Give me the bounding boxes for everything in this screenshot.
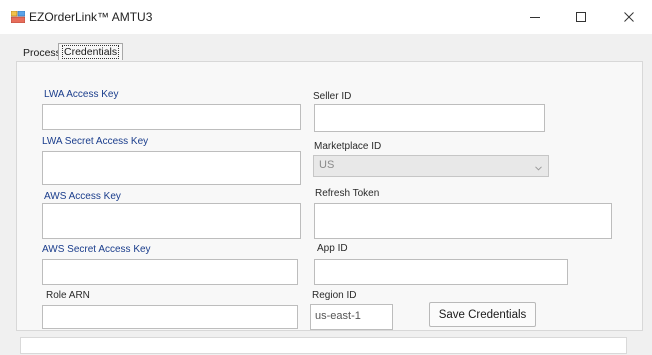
aws-secret-access-key-label: AWS Secret Access Key xyxy=(42,244,151,255)
marketplace-id-value: US xyxy=(319,159,335,171)
window-title: EZOrderLink™ AMTU3 xyxy=(29,10,153,24)
aws-secret-access-key-input[interactable] xyxy=(42,259,298,285)
maximize-button[interactable] xyxy=(558,0,604,34)
save-credentials-button[interactable]: Save Credentials xyxy=(429,302,536,327)
role-arn-label: Role ARN xyxy=(46,290,90,301)
seller-id-input[interactable] xyxy=(314,104,545,132)
refresh-token-input[interactable] xyxy=(314,203,612,239)
app-window: EZOrderLink™ AMTU3 Process Credentials L… xyxy=(0,0,652,355)
close-button[interactable] xyxy=(606,0,652,34)
tab-credentials[interactable]: Credentials xyxy=(58,43,124,60)
app-id-label: App ID xyxy=(317,243,348,254)
tab-strip: Process Credentials xyxy=(0,34,652,62)
lwa-access-key-input[interactable] xyxy=(42,104,301,130)
status-bar xyxy=(20,337,627,354)
title-bar: EZOrderLink™ AMTU3 xyxy=(0,0,652,34)
credentials-panel: LWA Access Key LWA Secret Access Key AWS… xyxy=(16,61,643,331)
minimize-button[interactable] xyxy=(512,0,558,34)
lwa-secret-access-key-input[interactable] xyxy=(42,151,301,185)
seller-id-label: Seller ID xyxy=(313,91,352,102)
role-arn-input[interactable] xyxy=(42,305,298,329)
region-id-label: Region ID xyxy=(312,290,357,301)
aws-access-key-input[interactable] xyxy=(42,203,301,239)
refresh-token-label: Refresh Token xyxy=(315,188,380,199)
app-window-icon xyxy=(10,10,26,24)
region-id-field[interactable]: us-east-1 xyxy=(310,304,393,330)
lwa-secret-access-key-label: LWA Secret Access Key xyxy=(42,136,149,147)
maximize-icon xyxy=(575,11,587,23)
lwa-access-key-label: LWA Access Key xyxy=(44,89,119,100)
marketplace-id-label: Marketplace ID xyxy=(314,141,382,152)
chevron-down-icon xyxy=(535,162,542,174)
aws-access-key-label: AWS Access Key xyxy=(44,191,121,202)
tab-process[interactable]: Process xyxy=(23,47,61,59)
tab-credentials-label: Credentials xyxy=(61,45,120,59)
app-id-input[interactable] xyxy=(314,259,568,285)
marketplace-id-select[interactable]: US xyxy=(313,155,549,177)
close-icon xyxy=(623,11,635,23)
minimize-icon xyxy=(529,11,541,23)
